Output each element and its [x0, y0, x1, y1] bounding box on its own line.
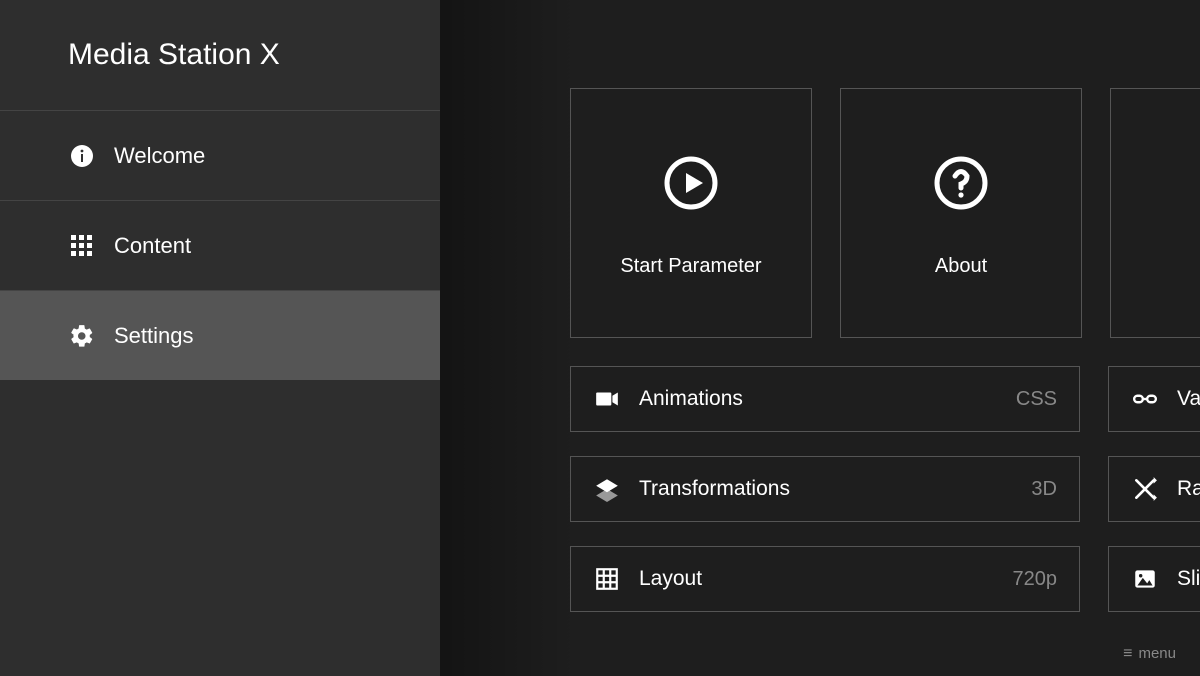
card-label: Start Parameter: [620, 255, 761, 302]
app-title: Media Station X: [0, 0, 440, 110]
setting-label: Va: [1177, 387, 1200, 411]
setting-label: Transformations: [639, 477, 790, 501]
setting-transformations[interactable]: Transformations 3D: [570, 456, 1080, 522]
sidebar-item-content[interactable]: Content: [0, 200, 440, 290]
layers-icon: [593, 476, 621, 502]
setting-layout[interactable]: Layout 720p: [570, 546, 1080, 612]
setting-label: Ra: [1177, 477, 1200, 501]
sidebar-item-settings[interactable]: Settings: [0, 290, 440, 380]
setting-slideshow[interactable]: Sli: [1108, 546, 1200, 612]
nav-list: Welcome Content Settings: [0, 110, 440, 380]
grid-icon: [593, 566, 621, 592]
cards-row: Start Parameter About V: [570, 88, 1200, 338]
card-label: About: [935, 255, 987, 302]
setting-validate-links[interactable]: Va: [1108, 366, 1200, 432]
sidebar-item-welcome[interactable]: Welcome: [0, 110, 440, 200]
apps-icon: [68, 232, 96, 260]
image-icon: [1131, 566, 1159, 592]
setting-random[interactable]: Ra: [1108, 456, 1200, 522]
settings-row: Transformations 3D Ra: [570, 456, 1200, 522]
settings-row: Animations CSS Va: [570, 366, 1200, 432]
card-start-parameter[interactable]: Start Parameter: [570, 88, 812, 338]
footer-menu-hint: ≡ menu: [1123, 645, 1176, 662]
footer-hint-text: menu: [1138, 645, 1176, 662]
play-circle-icon: [663, 155, 719, 211]
setting-animations[interactable]: Animations CSS: [570, 366, 1080, 432]
card-about[interactable]: About: [840, 88, 1082, 338]
gear-icon: [68, 322, 96, 350]
setting-value: 3D: [1031, 478, 1057, 501]
settings-row: Layout 720p Sli: [570, 546, 1200, 612]
setting-value: 720p: [1013, 568, 1058, 591]
menu-icon: ≡: [1123, 646, 1132, 662]
main-content: Start Parameter About V: [440, 0, 1200, 676]
card-partial-v[interactable]: V: [1110, 88, 1200, 338]
sidebar-item-label: Settings: [114, 323, 194, 349]
settings-list: Animations CSS Va Transformations: [570, 366, 1200, 612]
setting-label: Layout: [639, 567, 702, 591]
sidebar-item-label: Content: [114, 233, 191, 259]
help-circle-icon: [933, 155, 989, 211]
sidebar: Media Station X Welcome Content: [0, 0, 440, 676]
info-icon: [68, 142, 96, 170]
setting-value: CSS: [1016, 388, 1057, 411]
sidebar-item-label: Welcome: [114, 143, 205, 169]
setting-label: Sli: [1177, 567, 1200, 591]
shuffle-icon: [1131, 476, 1159, 502]
video-icon: [593, 386, 621, 412]
setting-label: Animations: [639, 387, 743, 411]
link-icon: [1131, 386, 1159, 412]
